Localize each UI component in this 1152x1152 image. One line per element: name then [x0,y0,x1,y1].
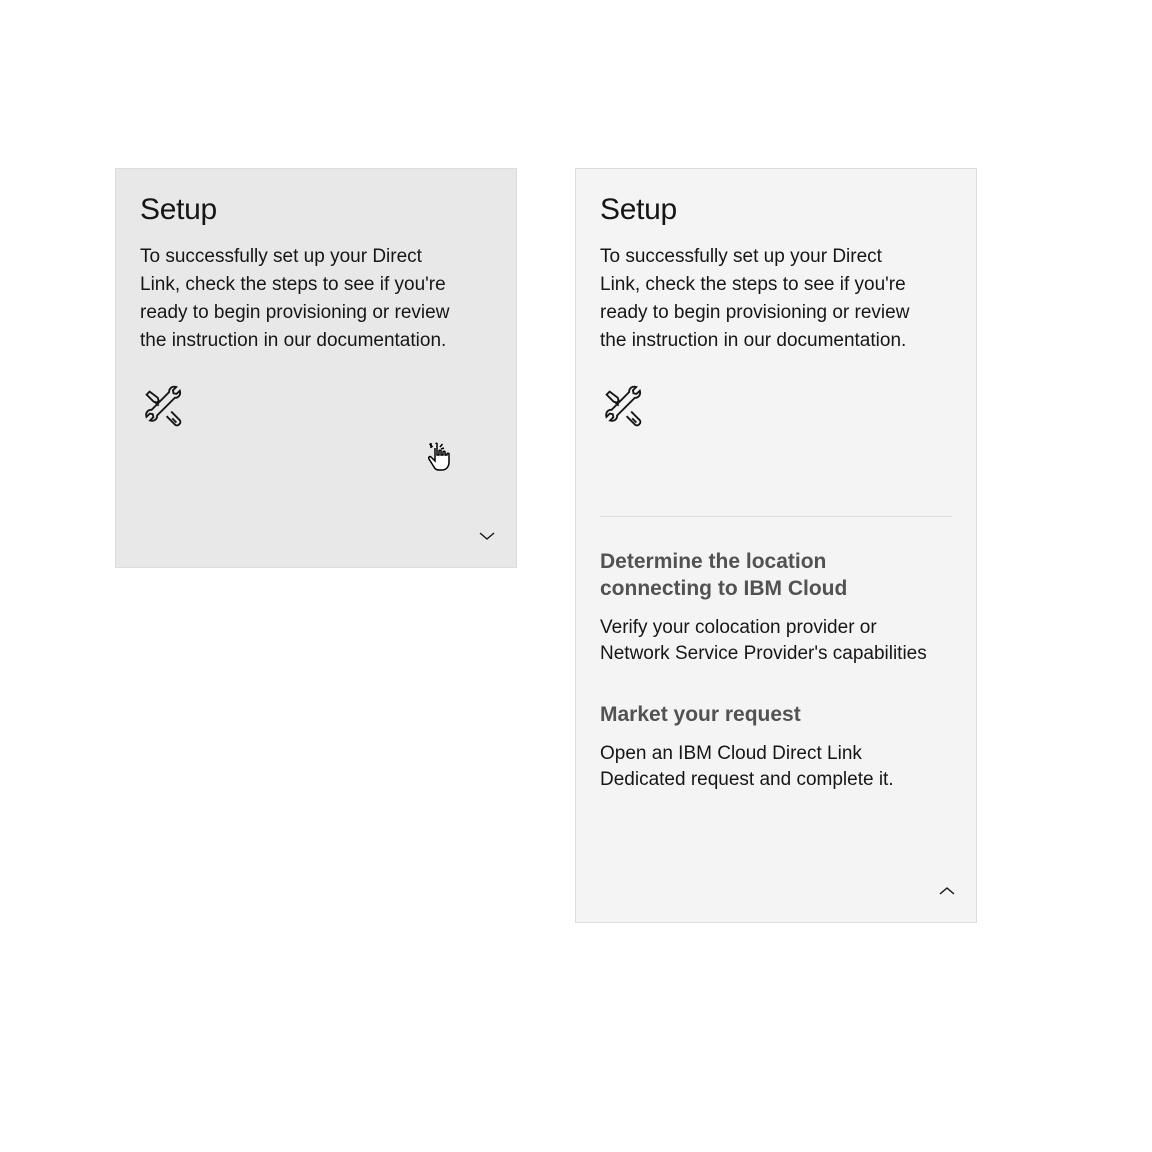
step-title: Determine the location connecting to IBM… [600,549,900,603]
step-item: Determine the location connecting to IBM… [600,549,952,666]
tools-icon [600,385,952,436]
step-description: Verify your colocation provider or Netwo… [600,615,930,666]
step-description: Open an IBM Cloud Direct Link Dedicated … [600,741,930,792]
chevron-up-icon[interactable] [938,884,956,902]
chevron-down-icon[interactable] [478,529,496,547]
card-title: Setup [600,193,952,227]
setup-card-expanded[interactable]: Setup To successfully set up your Direct… [575,168,977,923]
setup-card-collapsed[interactable]: Setup To successfully set up your Direct… [115,168,517,568]
tools-icon [140,385,492,436]
card-description: To successfully set up your Direct Link,… [600,243,920,355]
step-title: Market your request [600,702,900,729]
divider [600,516,952,517]
card-title: Setup [140,193,492,227]
step-item: Market your request Open an IBM Cloud Di… [600,702,952,792]
card-description: To successfully set up your Direct Link,… [140,243,460,355]
